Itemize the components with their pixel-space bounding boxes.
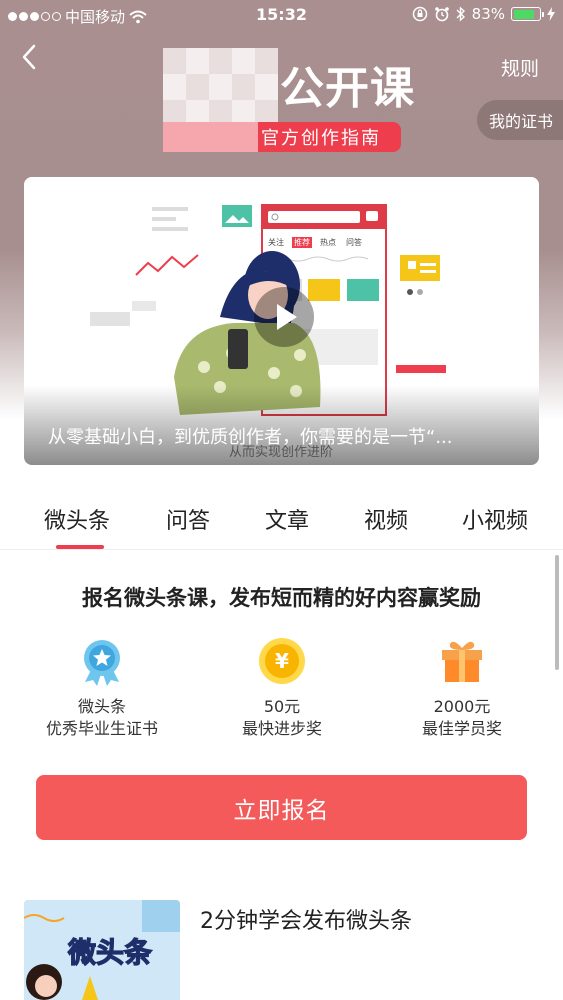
blurred-subtitle — [163, 122, 258, 152]
reward-fastest-progress: ¥ 50元 最快进步奖 — [202, 636, 362, 740]
back-button[interactable] — [16, 42, 46, 72]
promo-headline: 报名微头条课，发布短而精的好内容赢奖励 — [82, 586, 481, 610]
course-title[interactable]: 2分钟学会发布微头条 — [200, 903, 412, 935]
charging-icon — [547, 7, 555, 21]
reward-certificate: 微头条 优秀毕业生证书 — [22, 636, 182, 740]
tab-video[interactable]: 视频 — [364, 503, 408, 535]
rules-link[interactable]: 规则 — [501, 54, 539, 81]
tab-article[interactable]: 文章 — [265, 503, 309, 535]
gift-icon — [442, 641, 482, 682]
active-tab-indicator — [56, 545, 104, 549]
reward-line2: 优秀毕业生证书 — [45, 719, 158, 738]
video-caption: 从零基础小白，到优质创作者，你需要的是一节“... — [48, 427, 453, 448]
illus-tab-2: 推荐 — [294, 237, 310, 247]
tab-short-video[interactable]: 小视频 — [462, 503, 528, 535]
category-tabs: 微头条 问答 文章 视频 小视频 — [0, 495, 563, 550]
battery-icon — [511, 7, 544, 21]
reward-line2: 最佳学员奖 — [421, 719, 502, 738]
svg-text:¥: ¥ — [275, 649, 289, 673]
tab-weitoutiao[interactable]: 微头条 — [44, 503, 110, 535]
status-right: 83% — [412, 5, 555, 23]
course-thumbnail-art: 微头条 — [24, 900, 180, 1000]
status-bar: 中国移动 15:32 83% — [0, 0, 563, 30]
reward-line1: 微头条 — [77, 697, 126, 716]
subtitle-banner: 官方创作指南 — [163, 122, 401, 152]
scrollbar-thumb[interactable] — [555, 555, 559, 670]
tab-wenda[interactable]: 问答 — [166, 503, 210, 535]
illus-tab-1: 关注 — [268, 237, 284, 247]
course-thumb-text: 微头条 — [67, 936, 152, 969]
battery-percent: 83% — [471, 5, 505, 23]
video-card[interactable]: 关注 推荐 热点 问答 从而实现创作进阶 从零基础小白，到优质创作者，你需要的是… — [24, 177, 539, 465]
illus-tab-3: 热点 — [320, 237, 336, 247]
play-button[interactable] — [254, 287, 314, 347]
my-certificate-button[interactable]: 我的证书 — [476, 100, 563, 140]
course-thumbnail[interactable]: 微头条 — [24, 900, 180, 1000]
reward-line1: 2000元 — [433, 697, 491, 716]
bluetooth-icon — [456, 6, 465, 22]
medal-icon — [84, 640, 120, 686]
illus-tab-4: 问答 — [346, 237, 362, 247]
reward-best-student: 2000元 最佳学员奖 — [382, 636, 542, 740]
play-icon — [277, 304, 297, 330]
rotation-lock-icon — [412, 6, 427, 22]
alarm-icon — [434, 7, 449, 22]
reward-line1: 50元 — [263, 697, 301, 716]
subtitle-text: 官方创作指南 — [261, 128, 381, 149]
yuan-coin-icon: ¥ — [259, 638, 305, 684]
battery-level — [513, 9, 535, 19]
reward-line2: 最快进步奖 — [241, 719, 322, 738]
page-title: 公开课 — [280, 63, 415, 114]
signup-button[interactable]: 立即报名 — [36, 775, 527, 840]
